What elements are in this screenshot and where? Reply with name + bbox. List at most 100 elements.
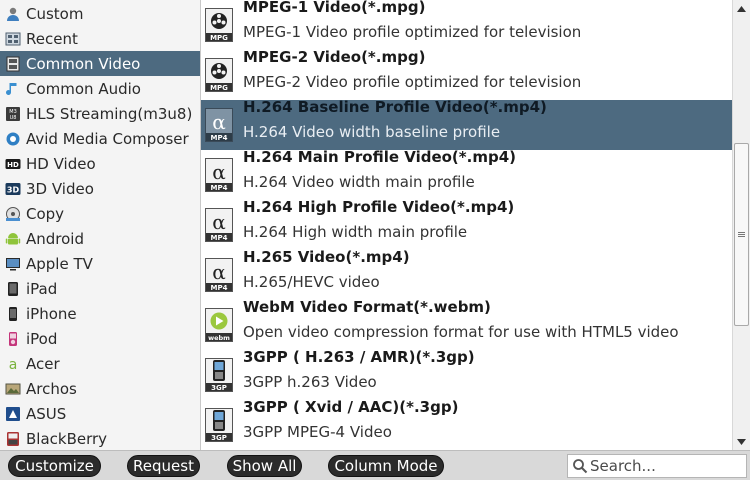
copy-icon (4, 205, 22, 223)
format-badge: 3GP (211, 384, 227, 392)
format-title: WebM Video Format(*.webm) (243, 298, 491, 316)
film-icon (4, 55, 22, 73)
format-row-h265[interactable]: α MP4 H.265 Video(*.mp4) H.265/HEVC vide… (201, 248, 732, 300)
sidebar-item-label: iPhone (26, 304, 77, 323)
show-all-button[interactable]: Show All (227, 455, 302, 477)
search-input[interactable] (590, 456, 742, 476)
sidebar-item-label: 3D Video (26, 179, 94, 198)
sidebar-item-apple-tv[interactable]: Apple TV (0, 251, 200, 276)
format-row-mpeg1[interactable]: MPG MPEG-1 Video(*.mpg) MPEG-1 Video pro… (201, 0, 732, 50)
sidebar-item-common-video[interactable]: Common Video (0, 51, 200, 76)
svg-text:3D: 3D (7, 185, 20, 194)
3gp-icon: 3GP (205, 358, 233, 392)
format-description: H.264 High width main profile (243, 223, 468, 241)
sidebar-item-label: ASUS (26, 404, 67, 423)
format-badge: MPG (210, 34, 228, 42)
sidebar-item-recent[interactable]: Recent (0, 26, 200, 51)
format-badge: MP4 (211, 234, 228, 242)
sidebar-item-label: iPod (26, 329, 58, 348)
scroll-down-button[interactable] (733, 433, 750, 450)
android-icon (4, 230, 22, 248)
format-row-webm[interactable]: webm WebM Video Format(*.webm) Open vide… (201, 298, 732, 350)
format-row-3gpp-h263[interactable]: 3GP 3GPP ( H.263 / AMR)(*.3gp) 3GPP h.26… (201, 348, 732, 400)
blackberry-icon (4, 430, 22, 448)
sidebar-item-label: Recent (26, 29, 78, 48)
svg-text:α: α (212, 160, 226, 184)
sidebar-item-custom[interactable]: Custom (0, 1, 200, 26)
svg-text:U8: U8 (10, 115, 17, 121)
format-description: H.264 Video width main profile (243, 173, 475, 191)
sidebar-item-acer[interactable]: a Acer (0, 351, 200, 376)
arrow-up-icon (737, 5, 746, 12)
sidebar-item-ipod[interactable]: iPod (0, 326, 200, 351)
webm-icon: webm (205, 308, 233, 342)
format-row-h264-baseline[interactable]: α MP4 H.264 Baseline Profile Video(*.mp4… (201, 98, 732, 150)
format-list: MPG MPEG-1 Video(*.mpg) MPEG-1 Video pro… (201, 0, 732, 450)
format-badge: MP4 (211, 134, 228, 142)
format-list-scrollbar[interactable] (732, 0, 750, 450)
sidebar-item-label: HD Video (26, 154, 96, 173)
acer-icon: a (4, 355, 22, 373)
sidebar-item-label: Acer (26, 354, 60, 373)
format-badge: webm (208, 334, 230, 342)
bottom-toolbar: Customize Request Show All Column Mode (0, 450, 750, 480)
sidebar-item-avid-media-composer[interactable]: Avid Media Composer (0, 126, 200, 151)
svg-text:a: a (9, 357, 18, 372)
sidebar-item-iphone[interactable]: iPhone (0, 301, 200, 326)
svg-text:α: α (212, 110, 226, 134)
format-badge: MP4 (211, 284, 228, 292)
mp4-icon: α MP4 (205, 158, 233, 192)
format-title: 3GPP ( Xvid / AAC)(*.3gp) (243, 398, 459, 416)
format-badge: MPG (210, 84, 228, 92)
format-row-h264-high[interactable]: α MP4 H.264 High Profile Video(*.mp4) H.… (201, 198, 732, 250)
sidebar-item-archos[interactable]: Archos (0, 376, 200, 401)
grip-icon (738, 232, 745, 237)
scroll-up-button[interactable] (733, 0, 750, 17)
ipod-icon (4, 330, 22, 348)
hd-icon: HD (4, 155, 22, 173)
search-box[interactable] (567, 454, 747, 478)
format-title: H.265 Video(*.mp4) (243, 248, 410, 266)
format-row-mpeg2[interactable]: MPG MPEG-2 Video(*.mpg) MPEG-2 Video pro… (201, 48, 732, 100)
format-description: Open video compression format for use wi… (243, 323, 679, 341)
format-row-h264-main[interactable]: α MP4 H.264 Main Profile Video(*.mp4) H.… (201, 148, 732, 200)
sidebar-item-hls-streaming[interactable]: M3 U8 HLS Streaming(m3u8) (0, 101, 200, 126)
sidebar-item-label: Common Audio (26, 79, 141, 98)
sidebar-item-label: Avid Media Composer (26, 129, 189, 148)
archos-icon (4, 380, 22, 398)
sidebar-item-label: Custom (26, 4, 84, 23)
sidebar-item-3d-video[interactable]: 3D 3D Video (0, 176, 200, 201)
sidebar-item-label: BlackBerry (26, 429, 108, 448)
format-description: 3GPP h.263 Video (243, 373, 377, 391)
arrow-down-icon (737, 438, 746, 445)
sidebar-item-blackberry[interactable]: BlackBerry (0, 426, 200, 450)
format-row-3gpp-xvid[interactable]: 3GP 3GPP ( Xvid / AAC)(*.3gp) 3GPP MPEG-… (201, 398, 732, 450)
mp4-icon: α MP4 (205, 258, 233, 292)
column-mode-button[interactable]: Column Mode (328, 455, 444, 477)
customize-button[interactable]: Customize (8, 455, 101, 477)
svg-text:α: α (212, 260, 226, 284)
format-description: 3GPP MPEG-4 Video (243, 423, 392, 441)
format-title: H.264 Main Profile Video(*.mp4) (243, 148, 516, 166)
sidebar-item-label: Archos (26, 379, 77, 398)
sidebar-item-common-audio[interactable]: Common Audio (0, 76, 200, 101)
m3u8-icon: M3 U8 (4, 105, 22, 123)
sidebar-item-label: Android (26, 229, 84, 248)
sidebar-item-label: Common Video (26, 54, 141, 73)
recent-icon (4, 30, 22, 48)
sidebar-item-copy[interactable]: Copy (0, 201, 200, 226)
sidebar-item-android[interactable]: Android (0, 226, 200, 251)
format-title: H.264 Baseline Profile Video(*.mp4) (243, 98, 547, 116)
scroll-thumb[interactable] (734, 143, 749, 326)
sidebar-item-asus[interactable]: ASUS (0, 401, 200, 426)
sidebar-item-label: iPad (26, 279, 58, 298)
sidebar-item-label: Apple TV (26, 254, 93, 273)
music-note-icon (4, 80, 22, 98)
format-description: MPEG-1 Video profile optimized for telev… (243, 23, 582, 41)
mp4-icon: α MP4 (205, 208, 233, 242)
ipad-icon (4, 280, 22, 298)
sidebar-item-hd-video[interactable]: HD HD Video (0, 151, 200, 176)
sidebar-item-ipad[interactable]: iPad (0, 276, 200, 301)
svg-text:α: α (212, 210, 226, 234)
request-button[interactable]: Request (127, 455, 200, 477)
